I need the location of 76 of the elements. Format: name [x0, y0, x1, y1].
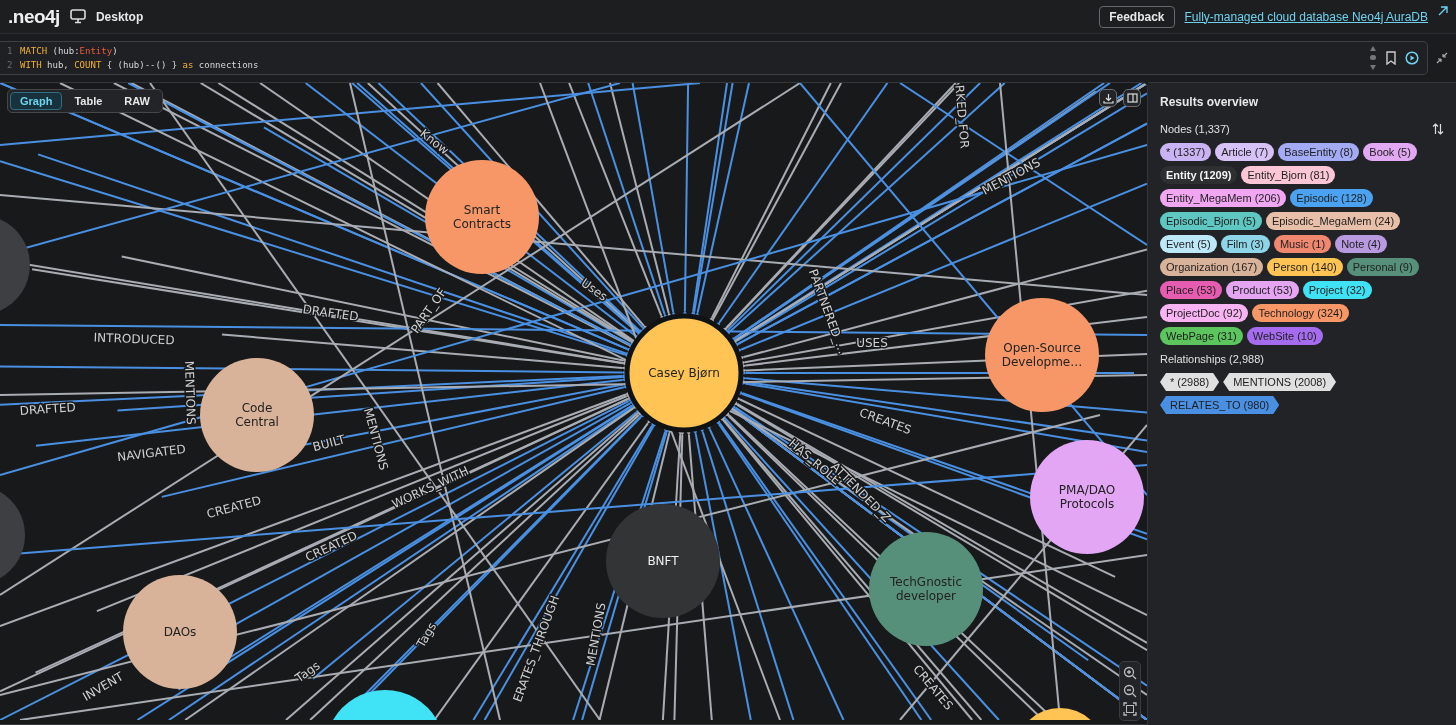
graph-node[interactable] — [333, 690, 437, 720]
zoom-out-icon[interactable] — [1123, 684, 1137, 698]
sort-icon[interactable] — [1432, 123, 1444, 135]
graph-node[interactable]: DAOs — [123, 575, 237, 689]
label-chip[interactable]: Episodic (128) — [1290, 189, 1373, 207]
line-number: 1 — [7, 45, 14, 58]
code-line: MATCH (hub:Entity) — [20, 45, 118, 58]
label-chip[interactable]: WebSite (10) — [1246, 327, 1323, 345]
relationship-chip[interactable]: RELATES_TO (980) — [1160, 396, 1280, 414]
edge-label: DRAFTED — [19, 400, 77, 418]
label-chip[interactable]: Technology (324) — [1252, 304, 1349, 322]
fit-view-icon[interactable] — [1123, 702, 1137, 716]
edge-label: RKED_FOR — [952, 84, 972, 149]
edge-label: DRAFTED — [301, 302, 360, 324]
product-name: Desktop — [95, 9, 144, 24]
edge-label: BUILT — [311, 432, 347, 455]
section-title: Nodes (1,337) — [1160, 123, 1230, 135]
graph-node[interactable]: Code Central — [200, 358, 314, 472]
label-chip[interactable]: Entity (1209) — [1160, 166, 1238, 184]
collapse-icon[interactable] — [1436, 52, 1448, 64]
feedback-button[interactable]: Feedback — [1099, 5, 1175, 28]
label-chip[interactable]: Music (1) — [1273, 235, 1332, 253]
graph-node[interactable] — [0, 219, 30, 311]
zoom-in-icon[interactable] — [1123, 666, 1137, 680]
panel-title: Results overview — [1160, 95, 1260, 109]
label-chip[interactable]: ProjectDoc (92) — [1160, 304, 1249, 322]
label-chip[interactable]: Project (32) — [1302, 281, 1372, 299]
graph-node[interactable]: Open-Source Developme… — [985, 298, 1099, 412]
edge-label: MENTIONS — [181, 360, 199, 425]
label-chip[interactable]: Note (4) — [1335, 235, 1387, 253]
label-chip[interactable]: * (1337) — [1160, 143, 1212, 161]
label-chip[interactable]: Book (5) — [1363, 143, 1417, 161]
code-line: WITH hub, COUNT { (hub)--() } as connections — [20, 59, 259, 72]
edge-label: Tags — [292, 658, 323, 686]
line-number: 2 — [7, 59, 14, 72]
external-link-icon[interactable] — [1438, 6, 1448, 16]
query-editor[interactable]: 1 MATCH (hub:Entity) 2 WITH hub, COUNT { (hub)--() } as connections — [0, 41, 1428, 75]
label-chip[interactable]: Film (3) — [1220, 235, 1270, 253]
relationship-chip[interactable]: * (2988) — [1160, 373, 1220, 391]
label-chip[interactable]: Episodic_MegaMem (24) — [1265, 212, 1401, 230]
graph-node[interactable]: PMA/DAO Protocols — [1030, 440, 1144, 554]
edge-label: USES — [856, 336, 888, 350]
label-chip[interactable]: Product (53) — [1226, 281, 1299, 299]
label-chip[interactable]: BaseEntity (8) — [1278, 143, 1360, 161]
relationship-chip[interactable]: MENTIONS (2008) — [1223, 373, 1337, 391]
sidebar-icon[interactable] — [1126, 93, 1138, 103]
section-title: Relationships (2,988) — [1160, 353, 1264, 365]
sidebar-toggle-button[interactable] — [1123, 89, 1141, 107]
view-tab[interactable]: Table — [64, 92, 113, 110]
graph-node[interactable] — [0, 491, 25, 579]
label-chip[interactable]: Personal (9) — [1346, 258, 1419, 276]
graph-node[interactable]: Smart Contracts — [425, 160, 539, 274]
label-chip[interactable]: Place (53) — [1160, 281, 1223, 299]
label-chip[interactable]: Episodic_Bjorn (5) — [1160, 212, 1262, 230]
graph-node[interactable] — [1029, 708, 1091, 720]
view-tab[interactable]: Graph — [10, 92, 63, 110]
scroll-arrows-icon[interactable] — [1369, 45, 1377, 71]
edge-label: NAVIGATED — [116, 441, 187, 465]
graph-node[interactable]: BNFT — [606, 504, 720, 618]
graph-node[interactable]: Casey Bjørn — [624, 313, 744, 433]
view-tab[interactable]: RAW — [114, 92, 160, 110]
label-chip[interactable]: Entity_MegaMem (206) — [1160, 189, 1287, 207]
label-chip[interactable]: Organization (167) — [1160, 258, 1264, 276]
edge-label: MENTIONS — [583, 601, 609, 667]
label-chip[interactable]: Entity_Bjorn (81) — [1241, 166, 1336, 184]
run-icon[interactable] — [1405, 51, 1419, 65]
monitor-icon — [69, 9, 86, 24]
promo-link[interactable]: Fully-managed cloud database Neo4j AuraDB — [1184, 9, 1428, 24]
app-logo: .neo4j — [8, 5, 60, 28]
label-chip[interactable]: Person (140) — [1267, 258, 1343, 276]
graph-node[interactable]: TechGnostic developer — [869, 532, 983, 646]
label-chip[interactable]: Article (7) — [1215, 143, 1275, 161]
label-chip[interactable]: WebPage (31) — [1160, 327, 1243, 345]
bookmark-icon[interactable] — [1385, 51, 1397, 65]
label-chip[interactable]: Event (5) — [1160, 235, 1217, 253]
edge-label: INTRODUCED — [93, 330, 175, 348]
